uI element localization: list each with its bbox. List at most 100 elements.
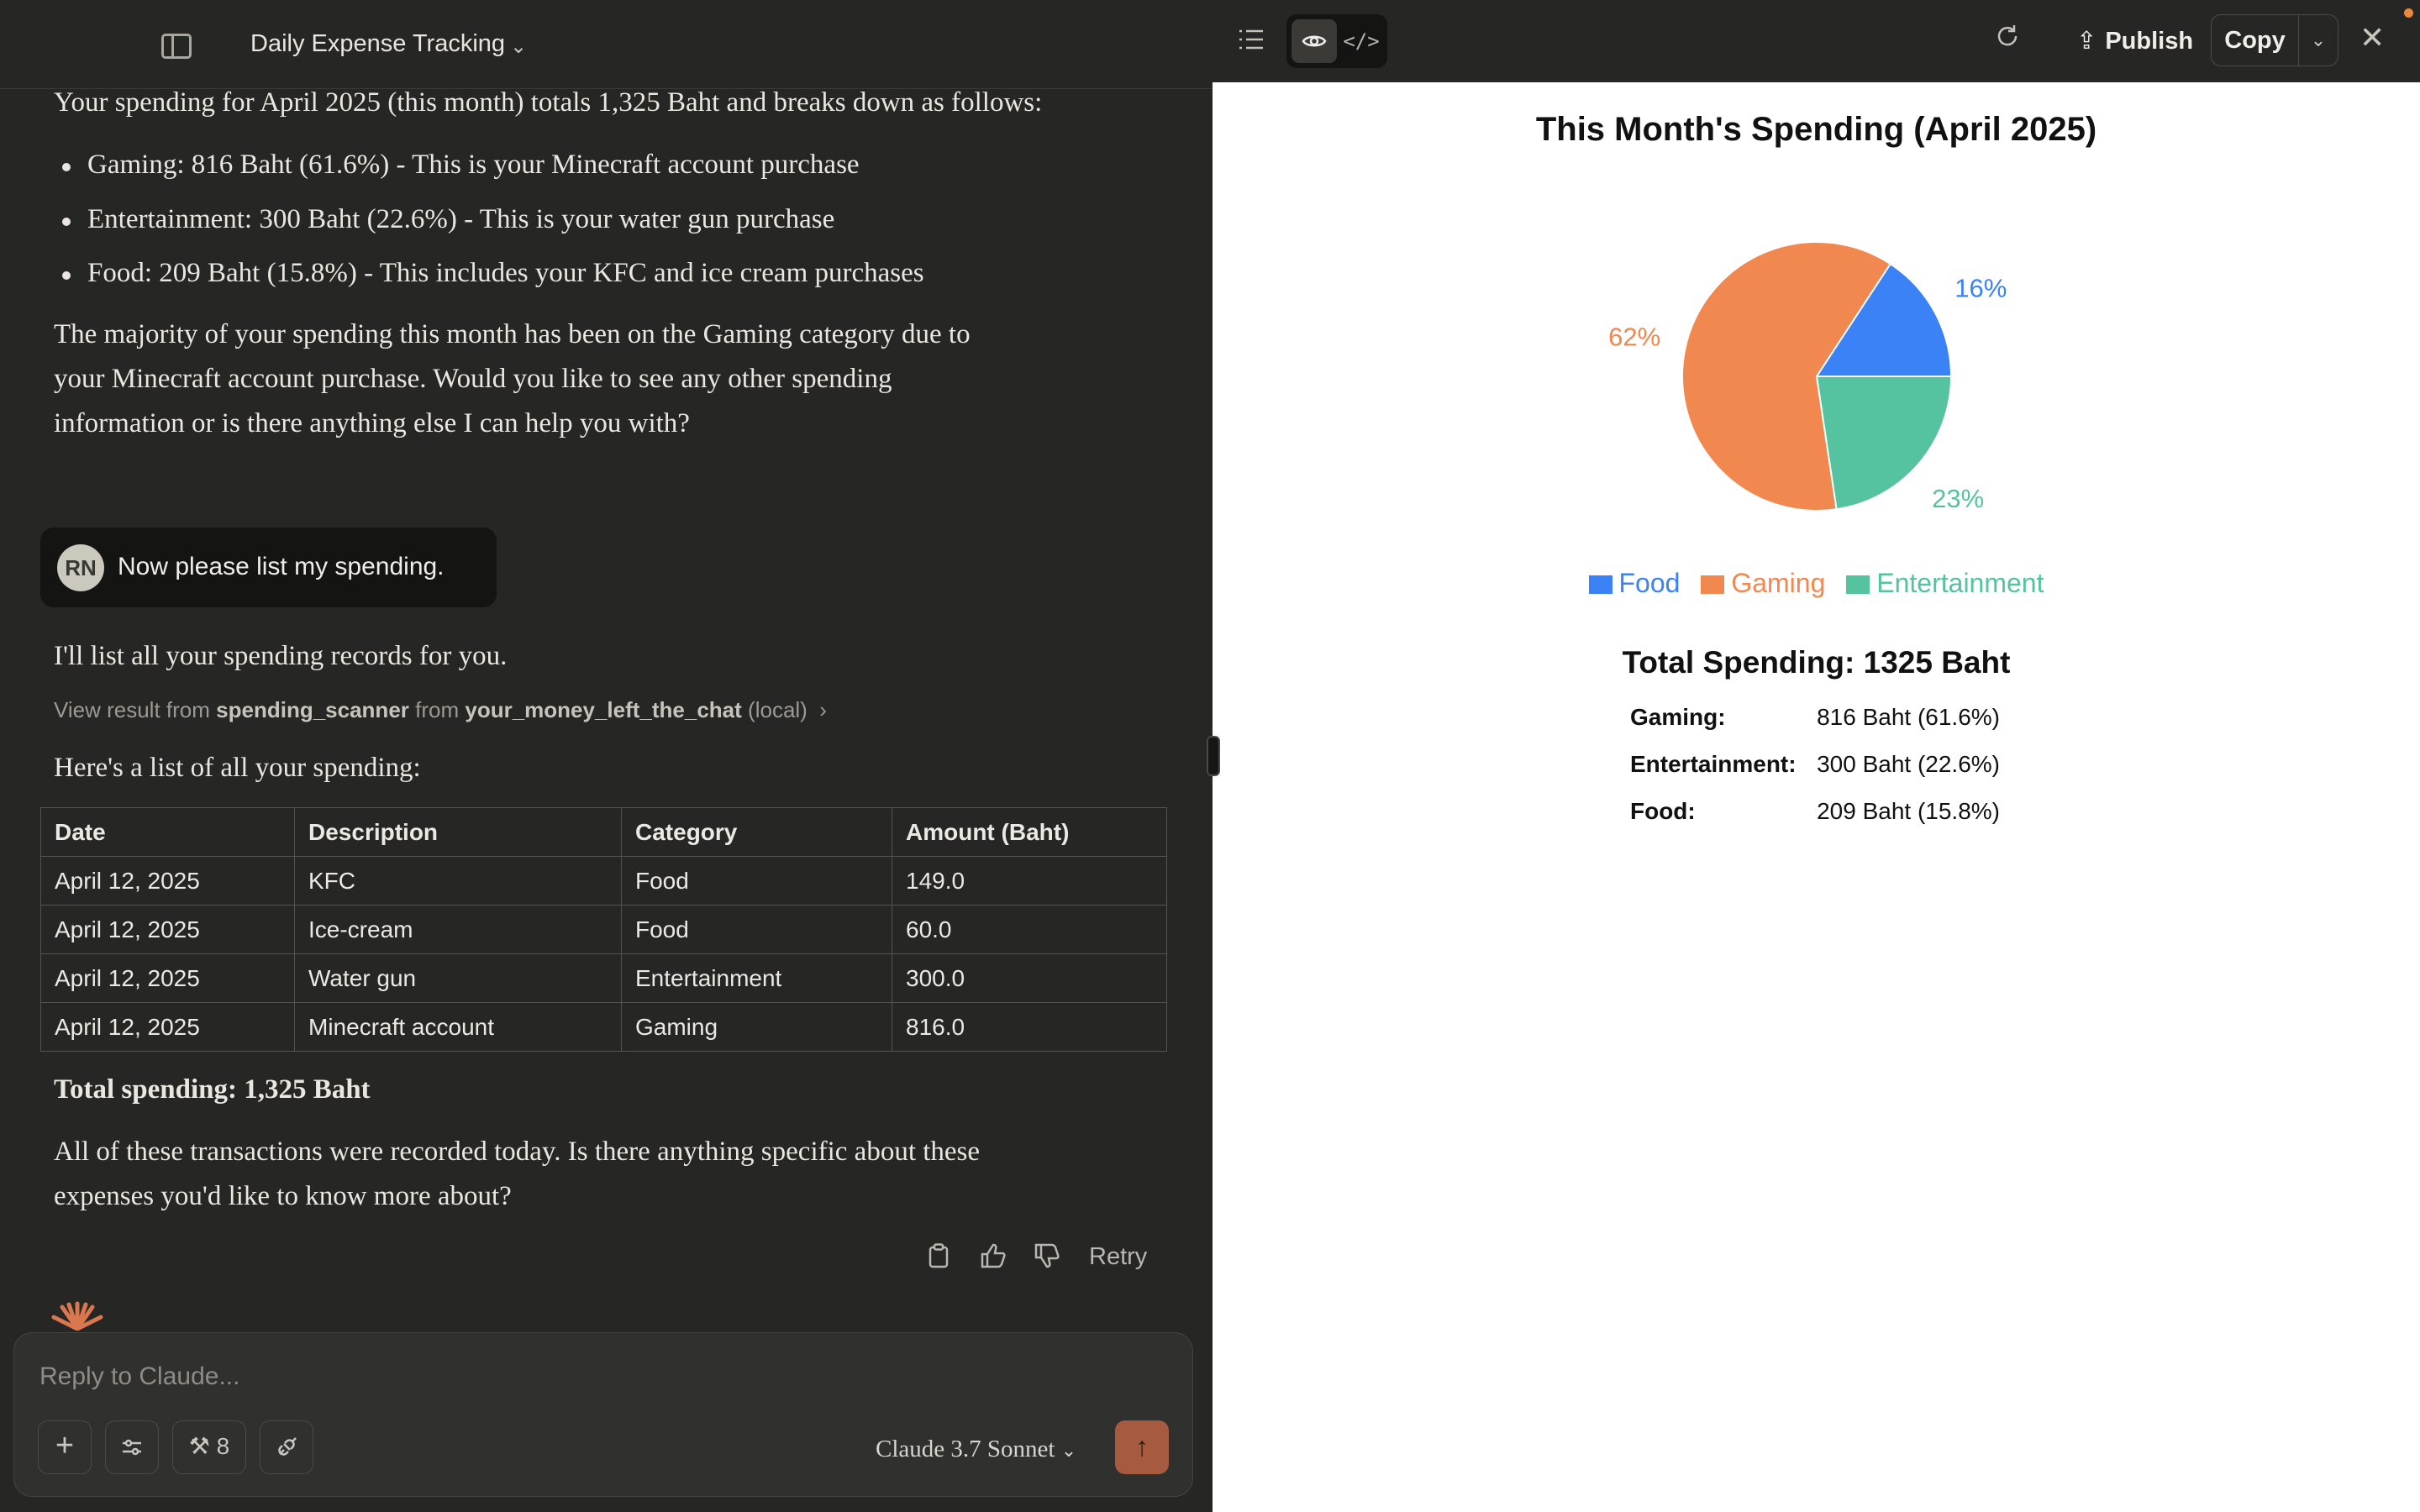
- spending-table: Date Description Category Amount (Baht) …: [40, 807, 1167, 1052]
- chevron-down-icon[interactable]: ⌄: [510, 34, 527, 59]
- hammer-icon: ⚒: [188, 1433, 210, 1459]
- retry-button[interactable]: Retry: [1089, 1243, 1147, 1271]
- assistant-list-intro: I'll list all your spending records for …: [54, 641, 508, 671]
- copy-icon[interactable]: [928, 1243, 950, 1275]
- thumbs-down-icon[interactable]: [1034, 1243, 1060, 1275]
- chevron-right-icon: ›: [813, 697, 827, 722]
- closing-line: expenses you'd like to know more about?: [54, 1181, 512, 1211]
- table-cell: Food: [621, 856, 892, 906]
- thumbs-up-icon[interactable]: [980, 1243, 1007, 1275]
- summary-label: Food:: [1630, 798, 1696, 824]
- avatar[interactable]: RN: [57, 544, 104, 591]
- legend-label: Gaming: [1731, 568, 1826, 598]
- summary-value: 300 Baht (22.6%): [1817, 751, 2000, 777]
- legend-swatch: [1588, 575, 1612, 594]
- table-cell: April 12, 2025: [40, 856, 295, 906]
- legend-swatch: [1846, 575, 1870, 594]
- table-cell: April 12, 2025: [40, 953, 295, 1003]
- list-heading: Here's a list of all your spending:: [54, 753, 421, 783]
- chat-pane: Daily Expense Tracking ⌄ Your spending f…: [0, 0, 1213, 1512]
- legend-label: Food: [1618, 568, 1681, 598]
- notification-dot: [2404, 8, 2413, 18]
- artifact-pane: </> ⇪ Publish Copy ⌄ ✕ This Month's Spend…: [1213, 0, 2420, 1512]
- tool-source: your_money_left_the_chat: [465, 697, 742, 722]
- settings-sliders-icon[interactable]: [105, 1420, 159, 1474]
- assistant-paragraph-line: The majority of your spending this month…: [54, 319, 971, 349]
- total-spending-line: Total spending: 1,325 Baht: [54, 1074, 371, 1105]
- list-icon[interactable]: [1238, 25, 1265, 58]
- plug-icon[interactable]: [260, 1420, 313, 1474]
- tool-local: (local): [748, 697, 808, 722]
- artifact-toolbar: </> ⇪ Publish Copy ⌄ ✕: [1213, 0, 2420, 82]
- table-cell: Food: [621, 905, 892, 954]
- table-cell: April 12, 2025: [40, 1002, 295, 1052]
- table-cell: April 12, 2025: [40, 905, 295, 954]
- copy-button[interactable]: Copy: [2212, 15, 2299, 66]
- legend-item-entertainment[interactable]: Entertainment: [1846, 568, 2044, 599]
- assistant-paragraph-line: your Minecraft account purchase. Would y…: [54, 364, 892, 394]
- table-cell: Minecraft account: [294, 1002, 622, 1052]
- tool-result-link[interactable]: View result from spending_scanner from y…: [54, 697, 827, 723]
- summary-label: Gaming:: [1630, 704, 1726, 730]
- chat-title[interactable]: Daily Expense Tracking: [250, 30, 505, 58]
- legend-swatch: [1701, 575, 1725, 594]
- total-spending-title: Total Spending: 1325 Baht: [1622, 645, 2011, 680]
- tool-name: spending_scanner: [216, 697, 409, 722]
- table-cell: Gaming: [621, 1002, 892, 1052]
- table-row: April 12, 2025 KFC Food 149.0: [40, 856, 1167, 906]
- table-row: April 12, 2025 Ice-cream Food 60.0: [40, 905, 1167, 954]
- assistant-paragraph-line: information or is there anything else I …: [54, 408, 690, 438]
- eye-icon[interactable]: [1292, 19, 1337, 63]
- table-cell: Entertainment: [621, 953, 892, 1003]
- claude-logo-icon: [50, 1300, 104, 1331]
- table-header-row: Date Description Category Amount (Baht): [40, 807, 1167, 857]
- chevron-down-icon: ⌄: [1060, 1440, 1077, 1461]
- table-cell: Water gun: [294, 953, 622, 1003]
- legend-item-food[interactable]: Food: [1588, 568, 1681, 599]
- chat-header: Daily Expense Tracking ⌄: [0, 0, 1213, 89]
- tool-prefix: View result from: [54, 697, 210, 722]
- refresh-icon[interactable]: [1994, 22, 2021, 57]
- share-icon: ⇪: [2076, 28, 2097, 55]
- publish-label: Publish: [2105, 28, 2194, 55]
- reply-input[interactable]: [38, 1362, 878, 1392]
- legend-label: Entertainment: [1876, 568, 2044, 598]
- list-item: Food: 209 Baht (15.8%) - This includes y…: [62, 258, 924, 288]
- table-cell: Ice-cream: [294, 905, 622, 954]
- send-button[interactable]: ↑: [1115, 1420, 1169, 1474]
- view-toggle: </>: [1286, 14, 1387, 68]
- table-row: April 12, 2025 Minecraft account Gaming …: [40, 1002, 1167, 1052]
- list-item: Gaming: 816 Baht (61.6%) - This is your …: [62, 150, 860, 180]
- summary-label: Entertainment:: [1630, 751, 1797, 777]
- table-cell: 60.0: [892, 905, 1167, 954]
- pie-percent-label: 23%: [1932, 484, 1984, 513]
- publish-button[interactable]: ⇪ Publish: [2065, 14, 2224, 68]
- add-icon[interactable]: +: [38, 1420, 92, 1474]
- pie-percent-label: 62%: [1608, 322, 1660, 351]
- arrow-up-icon: ↑: [1135, 1431, 1149, 1462]
- pie-chart: 16% 62% 23%: [1608, 241, 2007, 513]
- user-message-text: Now please list my spending.: [118, 553, 445, 580]
- chevron-down-icon[interactable]: ⌄: [2299, 15, 2338, 66]
- tools-button[interactable]: ⚒ 8: [172, 1420, 246, 1474]
- table-cell: 300.0: [892, 953, 1167, 1003]
- composer: + ⚒ 8 Claude 3.7 Sonnet ⌄ ↑: [13, 1332, 1193, 1497]
- table-cell: 816.0: [892, 1002, 1167, 1052]
- table-header: Date: [40, 807, 295, 857]
- close-icon[interactable]: ✕: [2360, 20, 2385, 55]
- tool-from: from: [415, 697, 460, 722]
- list-item: Entertainment: 300 Baht (22.6%) - This i…: [61, 204, 835, 234]
- copy-button-group: Copy ⌄: [2211, 14, 2338, 66]
- table-cell: 149.0: [892, 856, 1167, 906]
- legend-item-gaming[interactable]: Gaming: [1701, 568, 1825, 599]
- table-row: April 12, 2025 Water gun Entertainment 3…: [40, 953, 1167, 1003]
- table-header: Description: [294, 807, 622, 857]
- code-icon[interactable]: </>: [1339, 19, 1384, 63]
- model-selector[interactable]: Claude 3.7 Sonnet ⌄: [876, 1436, 1076, 1463]
- summary-value: 816 Baht (61.6%): [1817, 704, 2000, 730]
- pie-slice-entertainment[interactable]: [1815, 375, 1953, 511]
- tools-count: 8: [216, 1433, 230, 1459]
- sidebar-toggle-icon[interactable]: [161, 34, 192, 59]
- chart-legend: Food Gaming Entertainment: [1213, 568, 2420, 599]
- pane-resize-handle[interactable]: [1207, 736, 1220, 776]
